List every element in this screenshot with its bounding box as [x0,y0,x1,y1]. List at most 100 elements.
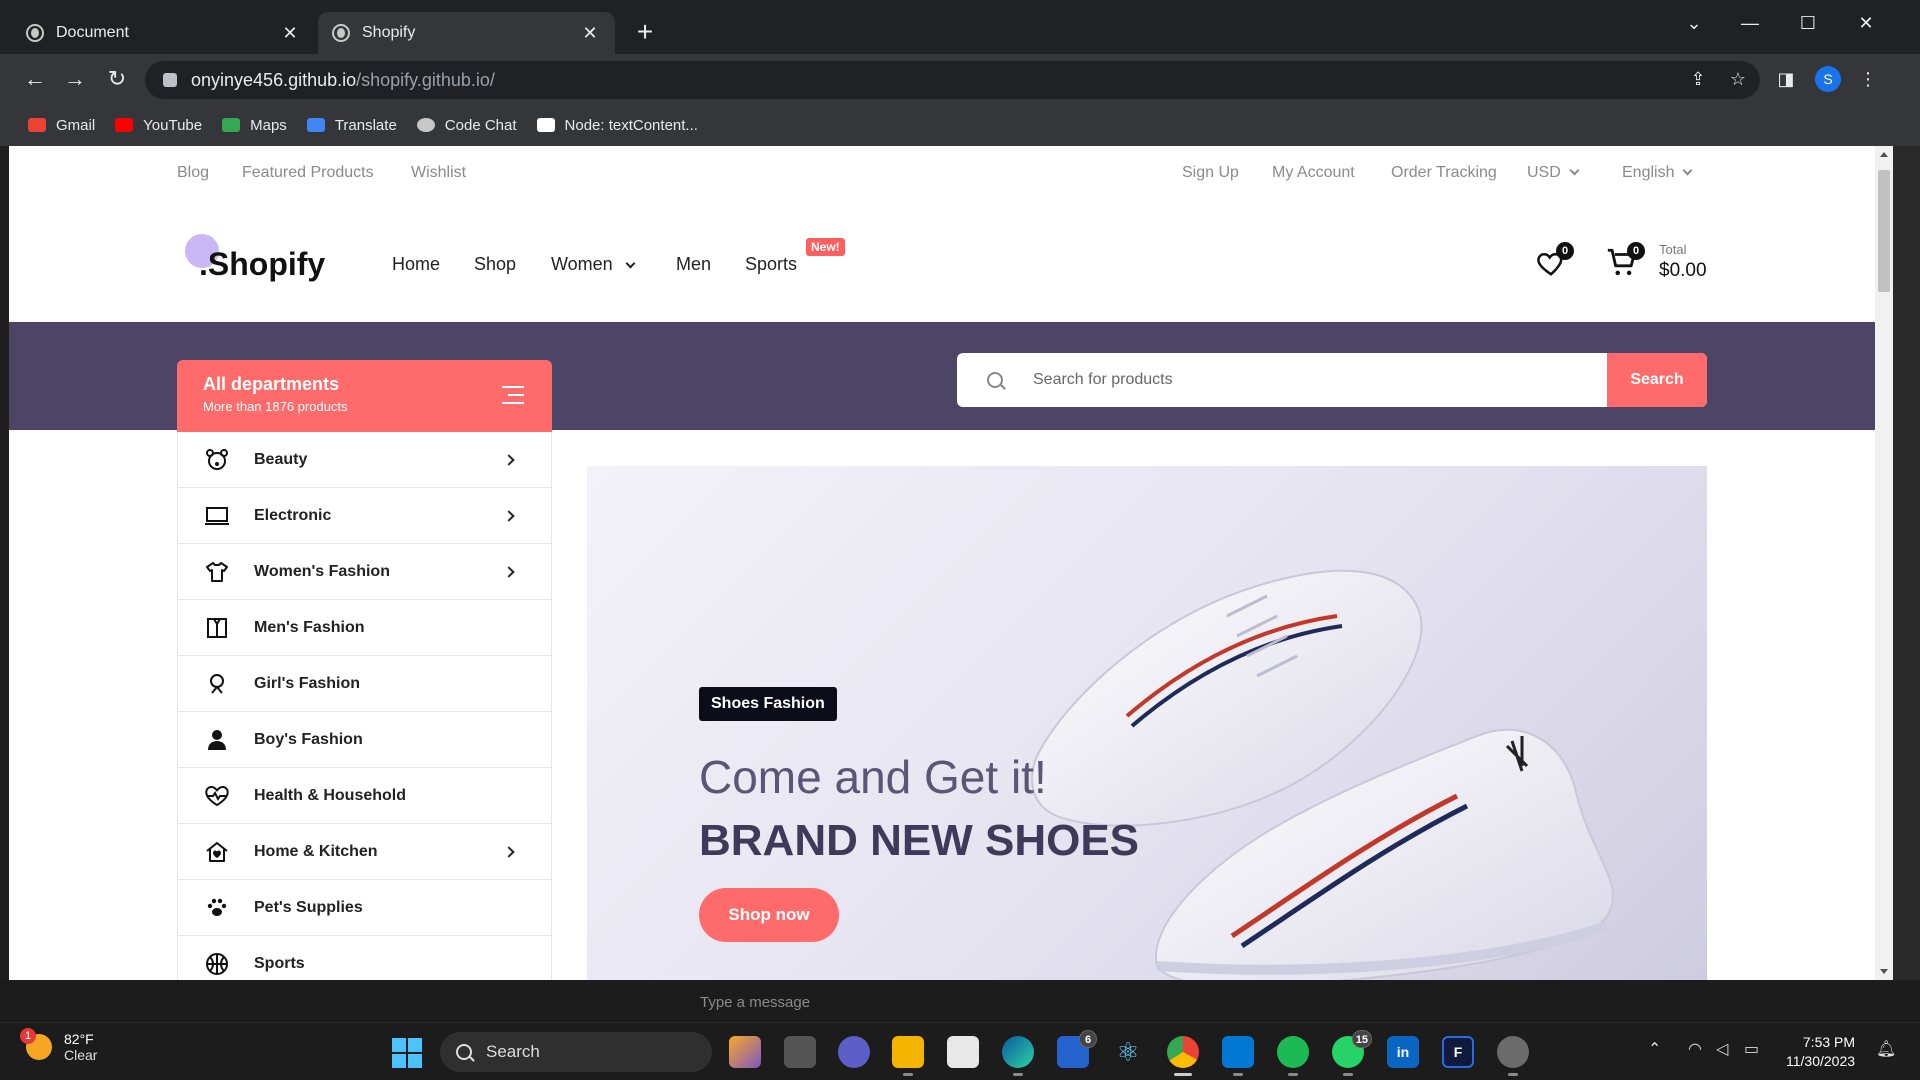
sneakers-image [1031,569,1614,980]
weather-sun-icon: 1 [20,1028,52,1060]
dept-item-boys-fashion[interactable]: Boy's Fashion [178,712,551,768]
whatsapp-icon[interactable]: 15 [1332,1030,1372,1076]
tab-document[interactable]: Document ✕ [12,12,315,54]
link-sign-up[interactable]: Sign Up [1182,164,1239,182]
framer-app-icon[interactable]: F [1442,1036,1474,1068]
taskbar-search[interactable]: Search [440,1032,712,1072]
top-links-bar: Blog Featured Products Wishlist Sign Up … [9,146,1875,198]
address-bar[interactable]: onyinye456.github.io/shopify.github.io/ [145,61,1760,99]
notification-bell-icon[interactable]: 🔔︎ [1876,1039,1896,1059]
dept-label: Sports [254,954,305,972]
link-featured-products[interactable]: Featured Products [242,164,374,182]
translate-icon [306,118,325,132]
weather-widget[interactable]: 1 82°F Clear [20,1028,97,1063]
link-my-account[interactable]: My Account [1272,164,1355,182]
new-tab-button[interactable]: + [630,18,660,48]
bookmark-mdn[interactable]: Node: textContent... [536,117,698,134]
bookmark-label: YouTube [143,116,203,134]
tab-search-chevron-icon[interactable]: ⌄ [1674,8,1714,38]
link-wishlist[interactable]: Wishlist [411,164,466,182]
chevron-up-icon[interactable]: ⌃ [1648,1039,1661,1059]
spotify-icon[interactable] [1277,1036,1309,1076]
maximize-button[interactable]: ☐ [1788,8,1828,38]
bookmark-maps[interactable]: Maps [222,117,287,134]
windows-taskbar: 1 82°F Clear Search 6 ⚛ 15 in F ⌃ ◠ ◁ ▭ … [0,1022,1920,1080]
settings-gear-icon[interactable] [1497,1036,1529,1076]
language-select[interactable]: English [1622,164,1693,182]
system-clock[interactable]: 7:53 PM 11/30/2023 [1786,1033,1855,1071]
dept-item-pets-supplies[interactable]: Pet's Supplies [178,880,551,936]
wifi-icon[interactable]: ◠ [1688,1039,1702,1059]
message-input-placeholder: Type a message [700,994,811,1011]
share-icon[interactable]: ⇪ [1687,68,1709,90]
scroll-up-icon[interactable] [1880,152,1888,157]
cart-button[interactable]: 0 [1605,242,1645,282]
file-explorer-icon[interactable] [892,1036,924,1076]
todo-app-icon[interactable]: 6 [1057,1030,1097,1068]
bookmark-youtube[interactable]: YouTube [115,117,202,134]
wishlist-button[interactable]: 0 [1536,242,1574,280]
start-button[interactable] [392,1038,422,1068]
forward-arrow-icon[interactable]: → [60,64,90,94]
weather-temp: 82°F [64,1031,94,1047]
browser-toolbar: ← → ↻ onyinye456.github.io/shopify.githu… [0,54,1920,104]
reload-icon[interactable]: ↻ [102,64,132,94]
dept-item-health-household[interactable]: Health & Household [178,768,551,824]
bookmark-label: Translate [334,116,397,134]
dept-item-sports[interactable]: Sports [178,936,551,980]
nav-women[interactable]: Women [551,254,636,275]
search-button[interactable]: Search [1607,353,1707,407]
departments-header[interactable]: All departments More than 1876 products [177,360,552,432]
microsoft-store-icon[interactable] [947,1036,979,1068]
side-panel-icon[interactable]: ◨ [1775,68,1797,90]
close-window-button[interactable]: ✕ [1846,8,1886,38]
shop-now-button[interactable]: Shop now [699,888,839,942]
nav-men[interactable]: Men [676,254,711,275]
dept-item-womens-fashion[interactable]: Women's Fashion [178,544,551,600]
linkedin-icon[interactable]: in [1387,1036,1419,1068]
currency-select[interactable]: USD [1527,164,1580,182]
search-icon [456,1044,472,1060]
close-icon[interactable]: ✕ [279,22,301,44]
dept-item-beauty[interactable]: Beauty [178,432,551,488]
laptop-icon [204,503,230,529]
page-scrollbar[interactable] [1875,146,1893,980]
dept-item-electronic[interactable]: Electronic [178,488,551,544]
dept-item-home-kitchen[interactable]: Home & Kitchen [178,824,551,880]
dept-item-mens-fashion[interactable]: Men's Fashion [178,600,551,656]
link-blog[interactable]: Blog [177,164,209,182]
nav-shop[interactable]: Shop [474,254,516,275]
dept-item-girls-fashion[interactable]: Girl's Fashion [178,656,551,712]
minimize-button[interactable]: — [1730,8,1770,38]
bookmark-star-icon[interactable]: ☆ [1727,68,1749,90]
bookmark-code-chat[interactable]: Code Chat [416,117,517,134]
profile-avatar[interactable]: S [1815,66,1841,92]
url-host: onyinye456.github.io [191,69,357,90]
wishlist-count: 0 [1556,242,1574,260]
back-arrow-icon[interactable]: ← [20,64,50,94]
scroll-down-icon[interactable] [1880,969,1888,974]
nav-home[interactable]: Home [392,254,440,275]
teams-chat-icon[interactable] [838,1036,870,1068]
dept-label: Men's Fashion [254,618,365,636]
battery-icon[interactable]: ▭ [1744,1039,1759,1059]
search-input[interactable] [1033,371,1607,389]
nav-sports[interactable]: Sports [745,254,797,275]
scrollbar-thumb[interactable] [1878,170,1890,292]
volume-icon[interactable]: ◁ [1716,1039,1728,1059]
link-order-tracking[interactable]: Order Tracking [1391,164,1497,182]
chrome-browser-icon[interactable] [1167,1036,1199,1076]
copilot-app-icon[interactable] [729,1036,761,1068]
task-view-icon[interactable] [784,1036,816,1068]
menu-icon[interactable] [502,386,524,410]
vscode-icon[interactable] [1222,1036,1254,1076]
bookmark-translate[interactable]: Translate [306,116,397,134]
taskbar-search-label: Search [486,1042,540,1061]
tab-shopify[interactable]: Shopify ✕ [318,12,615,54]
bookmark-gmail[interactable]: Gmail [28,117,95,134]
bear-face-icon [204,447,230,473]
close-icon[interactable]: ✕ [579,22,601,44]
edge-browser-icon[interactable] [1002,1036,1034,1076]
react-devtools-icon[interactable]: ⚛ [1112,1036,1144,1068]
more-menu-icon[interactable]: ⋮ [1857,68,1879,90]
